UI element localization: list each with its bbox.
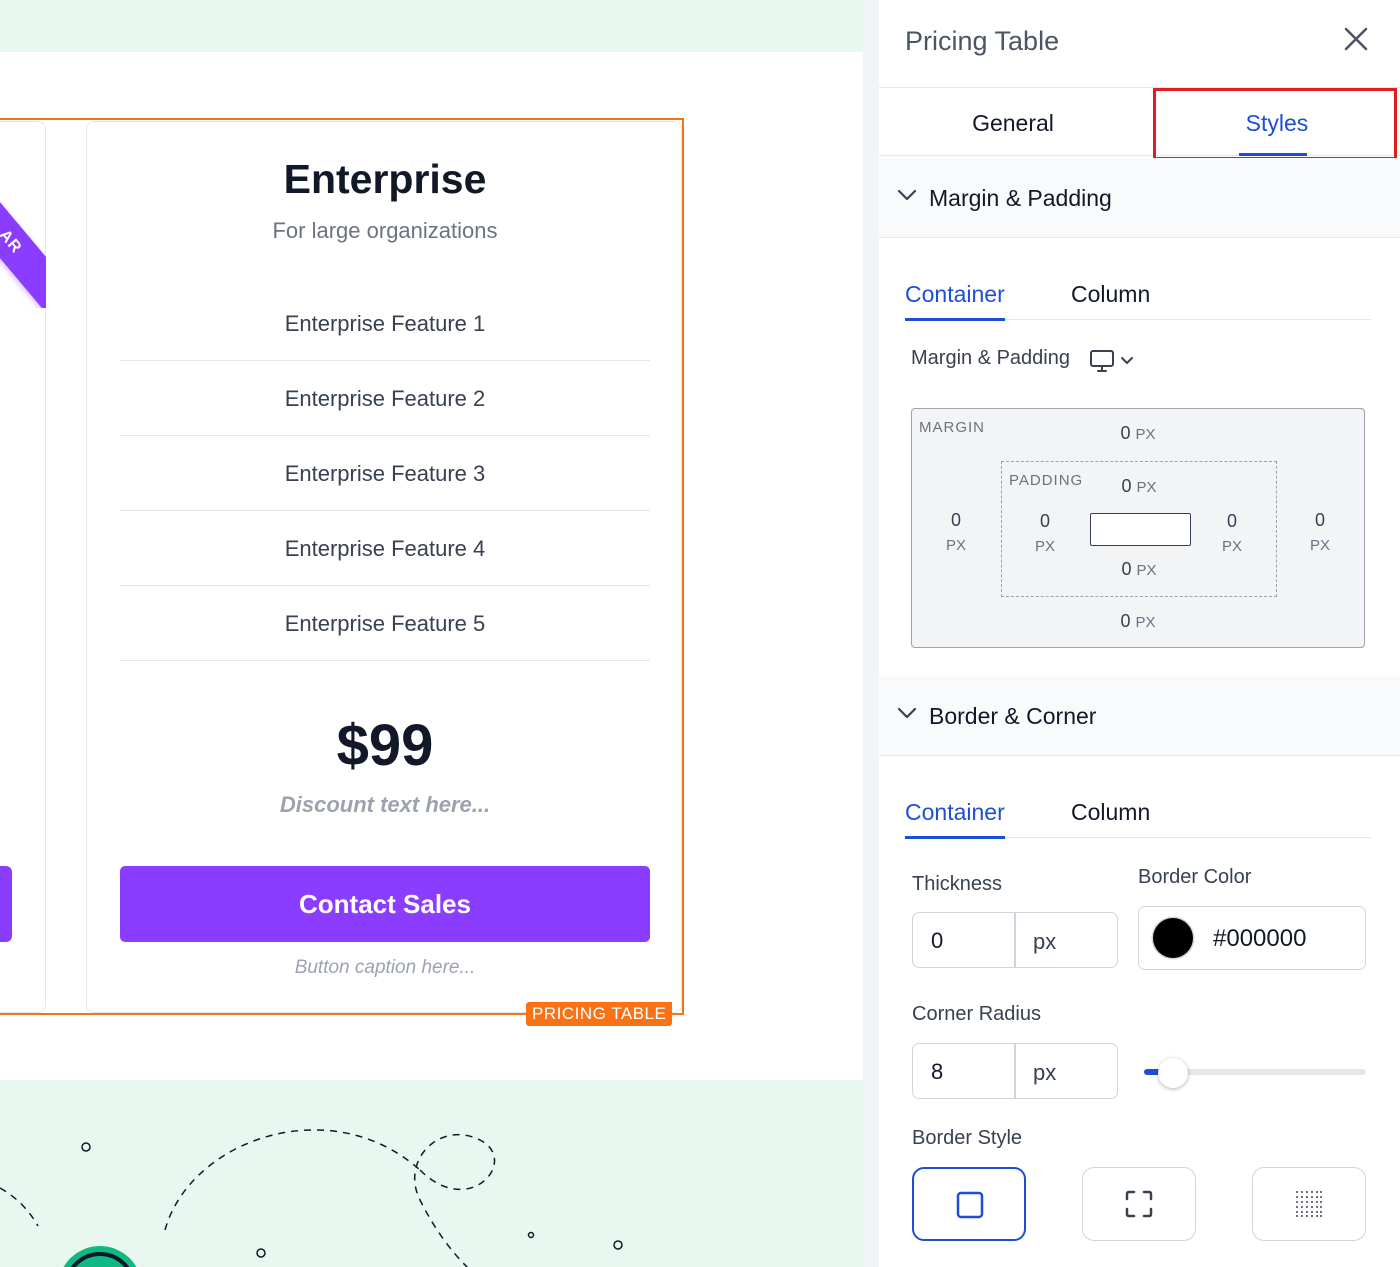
unit-label: PX [1136, 562, 1157, 579]
thickness-unit[interactable]: px [1033, 913, 1056, 971]
subtab-container[interactable]: Container [905, 790, 1005, 839]
corner-radius-unit[interactable]: px [1033, 1044, 1056, 1102]
section-margin-padding[interactable]: Margin & Padding [879, 158, 1400, 238]
input-divider [1014, 1044, 1016, 1098]
padding-right-value[interactable]: 0 PX [1212, 508, 1252, 560]
unit-label: PX [1136, 479, 1157, 496]
border-style-dashed-button[interactable] [1082, 1167, 1196, 1241]
padding-bottom-number: 0 [1121, 559, 1132, 579]
panel-title: Pricing Table [905, 26, 1060, 56]
subtab-label: Container [905, 281, 1005, 307]
editor-root: AR Enterprise For large organizations En… [0, 0, 1400, 1267]
selection-label[interactable]: PRICING TABLE [526, 1002, 673, 1026]
active-subtab-underline [905, 836, 1005, 839]
thickness-input[interactable]: 0 px [912, 912, 1118, 968]
settings-panel: Pricing Table General Styles Margin & Pa… [879, 0, 1400, 1267]
unit-label: PX [1135, 614, 1156, 631]
corner-radius-input[interactable]: 8 px [912, 1043, 1118, 1099]
border-style-dotted-button[interactable] [1252, 1167, 1366, 1241]
tab-general[interactable]: General [879, 88, 1147, 156]
margin-padding-label: Margin & Padding [911, 347, 1070, 369]
top-section-band [0, 0, 863, 52]
input-divider [1014, 913, 1016, 967]
subtab-column[interactable]: Column [1071, 790, 1150, 838]
corner-radius-value[interactable]: 8 [931, 1044, 943, 1100]
border-color-label: Border Color [1138, 866, 1252, 888]
margin-title: MARGIN [919, 419, 985, 436]
dotted-border-icon [1296, 1191, 1322, 1217]
canvas-panel-gap [863, 0, 879, 1267]
padding-left-value[interactable]: 0 PX [1025, 508, 1065, 560]
close-icon [1344, 27, 1368, 51]
margin-right-number: 0 [1314, 510, 1325, 530]
padding-top-number: 0 [1121, 476, 1132, 496]
border-corner-subtabs: Container Column [905, 790, 1371, 839]
padding-right-number: 0 [1226, 511, 1237, 531]
decorative-doodles [0, 1129, 623, 1267]
padding-title: PADDING [1009, 472, 1084, 489]
bottom-section-band [0, 1080, 863, 1267]
margin-left-value[interactable]: 0 PX [936, 507, 976, 559]
border-style-label: Border Style [912, 1127, 1023, 1149]
dashed-border-icon [1125, 1190, 1153, 1218]
unit-label: PX [1221, 538, 1242, 555]
margin-right-value[interactable]: 0 PX [1300, 507, 1340, 559]
desktop-icon [1090, 350, 1133, 372]
margin-bottom-value[interactable]: 0 PX [1108, 611, 1168, 632]
margin-top-number: 0 [1120, 423, 1131, 443]
margin-left-number: 0 [950, 510, 961, 530]
padding-left-number: 0 [1039, 511, 1050, 531]
subtab-column[interactable]: Column [1071, 272, 1150, 320]
panel-tabs: General Styles [879, 88, 1400, 156]
section-label: Margin & Padding [929, 185, 1112, 211]
color-swatch[interactable] [1153, 918, 1193, 958]
margin-top-value[interactable]: 0 PX [1108, 423, 1168, 444]
subtab-container[interactable]: Container [905, 272, 1005, 321]
box-model-editor: MARGIN 0 PX 0 PX 0 PX 0 PX PADDING 0 PX 0 … [911, 408, 1365, 648]
thickness-value[interactable]: 0 [931, 913, 943, 969]
chevron-down-icon [897, 707, 917, 719]
close-button[interactable] [1341, 24, 1371, 54]
border-color-value[interactable]: #000000 [1213, 907, 1306, 971]
corner-radius-label: Corner Radius [912, 1003, 1041, 1025]
chevron-down-icon [897, 189, 917, 201]
tab-styles[interactable]: Styles [1154, 88, 1400, 156]
thickness-label: Thickness [912, 873, 1003, 895]
device-selector[interactable] [1089, 349, 1139, 380]
active-subtab-underline [905, 318, 1005, 321]
page-canvas: AR Enterprise For large organizations En… [0, 0, 863, 1267]
slider-thumb[interactable] [1157, 1058, 1188, 1088]
panel-header: Pricing Table [879, 0, 1400, 88]
subtab-label: Container [905, 799, 1005, 825]
unit-label: PX [945, 537, 966, 554]
padding-bottom-value[interactable]: 0 PX [1109, 559, 1169, 580]
section-border-corner[interactable]: Border & Corner [879, 676, 1400, 756]
content-box [1090, 513, 1191, 546]
corner-radius-slider[interactable] [1144, 1058, 1366, 1088]
tab-styles-label: Styles [1245, 110, 1309, 136]
border-color-picker[interactable]: #000000 [1138, 906, 1366, 970]
border-style-solid-button[interactable] [912, 1167, 1026, 1241]
unit-label: PX [1135, 426, 1156, 443]
padding-top-value[interactable]: 0 PX [1109, 476, 1169, 497]
margin-bottom-number: 0 [1120, 611, 1131, 631]
active-tab-underline [1239, 153, 1307, 156]
section-label: Border & Corner [929, 703, 1097, 729]
selection-outline [0, 118, 684, 1015]
unit-label: PX [1034, 538, 1055, 555]
unit-label: PX [1309, 537, 1330, 554]
solid-border-icon [956, 1191, 984, 1219]
margin-padding-subtabs: Container Column [905, 272, 1371, 321]
